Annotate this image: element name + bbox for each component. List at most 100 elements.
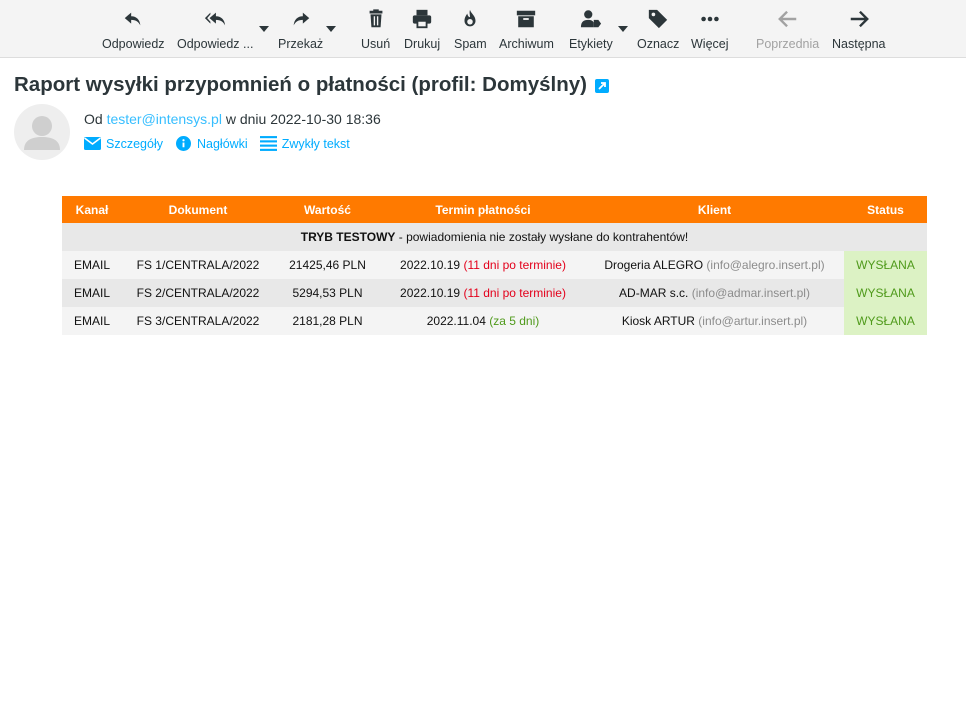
document-cell: FS 3/CENTRALA/2022 [122,307,274,335]
sender-email-link[interactable]: tester@intensys.pl [107,111,222,127]
archive-icon [517,10,536,28]
headers-label: Nagłówki [196,136,248,151]
headers-link[interactable]: Nagłówki [175,136,248,151]
from-prefix: Od [84,111,103,127]
labels-button[interactable]: Etykiety [569,6,613,54]
forward-dropdown-icon[interactable] [326,26,336,32]
print-label: Drukuj [404,37,441,51]
due-date-cell: 2022.10.19 (11 dni po terminie) [381,251,585,279]
due-date: 2022.10.19 [400,286,461,300]
reply-all-dropdown-icon[interactable] [259,26,269,32]
spam-button[interactable]: Spam [454,6,487,54]
print-button[interactable]: Drukuj [404,6,440,54]
message-subject: Raport wysyłki przypomnień o płatności (… [14,73,609,97]
message-date: 2022-10-30 18:36 [270,111,381,127]
forward-icon [293,12,309,26]
text-lines-icon [259,136,277,151]
column-header: Kanał [62,196,122,223]
arrow-left-icon [777,10,796,28]
client-cell: AD-MAR s.c. (info@admar.insert.pl) [585,279,844,307]
previous-label: Poprzednia [756,37,820,51]
labels-label: Etykiety [569,37,613,51]
plain-text-link[interactable]: Zwykły tekst [259,136,350,151]
details-link[interactable]: Szczegóły [84,136,163,151]
due-date: 2022.10.19 [400,258,461,272]
user-tag-icon [580,10,601,28]
next-label: Następna [832,37,886,51]
value-cell: 2181,28 PLN [274,307,381,335]
envelope-icon [84,137,101,150]
spam-label: Spam [454,37,487,51]
client-name: Kiosk ARTUR [621,314,695,328]
previous-button[interactable]: Poprzednia [756,6,819,54]
mark-button[interactable]: Oznacz [637,6,679,54]
table-row: EMAIL FS 2/CENTRALA/2022 5294,53 PLN 202… [62,279,927,307]
reply-all-button[interactable]: Odpowiedz ... [177,6,253,54]
client-name: AD-MAR s.c. [619,286,689,300]
delete-label: Usuń [361,37,391,51]
status-cell: WYSŁANA [844,307,927,335]
forward-button[interactable]: Przekaż [278,6,323,54]
arrow-right-icon [850,10,869,28]
delete-button[interactable]: Usuń [361,6,390,54]
test-mode-text: - powiadomienia nie zostały wysłane do k… [395,230,689,244]
column-header: Status [844,196,927,223]
document-cell: FS 2/CENTRALA/2022 [122,279,274,307]
client-name: Drogeria ALEGRO [604,258,704,272]
reply-all-label: Odpowiedz ... [177,37,254,51]
due-date: 2022.11.04 [426,314,486,328]
client-email: (info@admar.insert.pl) [691,286,810,300]
user-placeholder-icon [24,116,60,150]
client-email: (info@artur.insert.pl) [698,314,808,328]
labels-dropdown-icon[interactable] [618,26,628,32]
from-line: Od tester@intensys.pl w dniu 2022-10-30 … [84,111,381,127]
table-row: EMAIL FS 1/CENTRALA/2022 21425,46 PLN 20… [62,251,927,279]
details-label: Szczegóły [106,136,163,151]
mark-label: Oznacz [637,37,680,51]
next-button[interactable]: Następna [832,6,886,54]
printer-icon [412,9,432,29]
archive-button[interactable]: Archiwum [499,6,554,54]
column-header: Klient [585,196,844,223]
subject-text: Raport wysyłki przypomnień o płatności (… [14,73,587,96]
reply-button[interactable]: Odpowiedz [102,6,165,54]
test-mode-title: TRYB TESTOWY [300,230,396,244]
client-email: (info@alegro.insert.pl) [706,258,825,272]
value-cell: 21425,46 PLN [274,251,381,279]
open-in-new-window-icon[interactable] [594,79,609,93]
toolbar: Odpowiedz Odpowiedz ... Przekaż Usuń Dru… [0,0,966,58]
document-cell: FS 1/CENTRALA/2022 [122,251,274,279]
ellipsis-icon [701,16,719,22]
reply-label: Odpowiedz [102,37,165,51]
due-date-cell: 2022.11.04 (za 5 dni) [381,307,585,335]
avatar [14,104,70,160]
header-links: Szczegóły Nagłówki Zwykły tekst [84,136,362,151]
reply-icon [125,12,141,26]
value-cell: 5294,53 PLN [274,279,381,307]
table-header-row: Kanał Dokument Wartość Termin płatności … [62,196,927,223]
more-button[interactable]: Więcej [691,6,729,54]
archive-label: Archiwum [499,37,554,51]
test-mode-notice: TRYB TESTOWY - powiadomienia nie zostały… [62,223,927,251]
status-cell: WYSŁANA [844,251,927,279]
forward-label: Przekaż [278,37,324,51]
column-header: Dokument [122,196,274,223]
plain-text-label: Zwykły tekst [281,136,350,151]
status-cell: WYSŁANA [844,279,927,307]
channel-cell: EMAIL [62,307,122,335]
column-header: Termin płatności [381,196,585,223]
due-date-cell: 2022.10.19 (11 dni po terminie) [381,279,585,307]
channel-cell: EMAIL [62,279,122,307]
due-note: (11 dni po terminie) [463,258,566,272]
more-label: Więcej [691,37,729,51]
reply-all-icon [205,12,226,26]
client-cell: Kiosk ARTUR (info@artur.insert.pl) [585,307,844,335]
column-header: Wartość [274,196,381,223]
table-row: EMAIL FS 3/CENTRALA/2022 2181,28 PLN 202… [62,307,927,335]
due-note: (za 5 dni) [489,314,540,328]
tag-icon [649,9,668,29]
due-note: (11 dni po terminie) [463,286,566,300]
test-mode-notice-row: TRYB TESTOWY - powiadomienia nie zostały… [62,223,927,251]
trash-icon [369,9,383,28]
client-cell: Drogeria ALEGRO (info@alegro.insert.pl) [585,251,844,279]
